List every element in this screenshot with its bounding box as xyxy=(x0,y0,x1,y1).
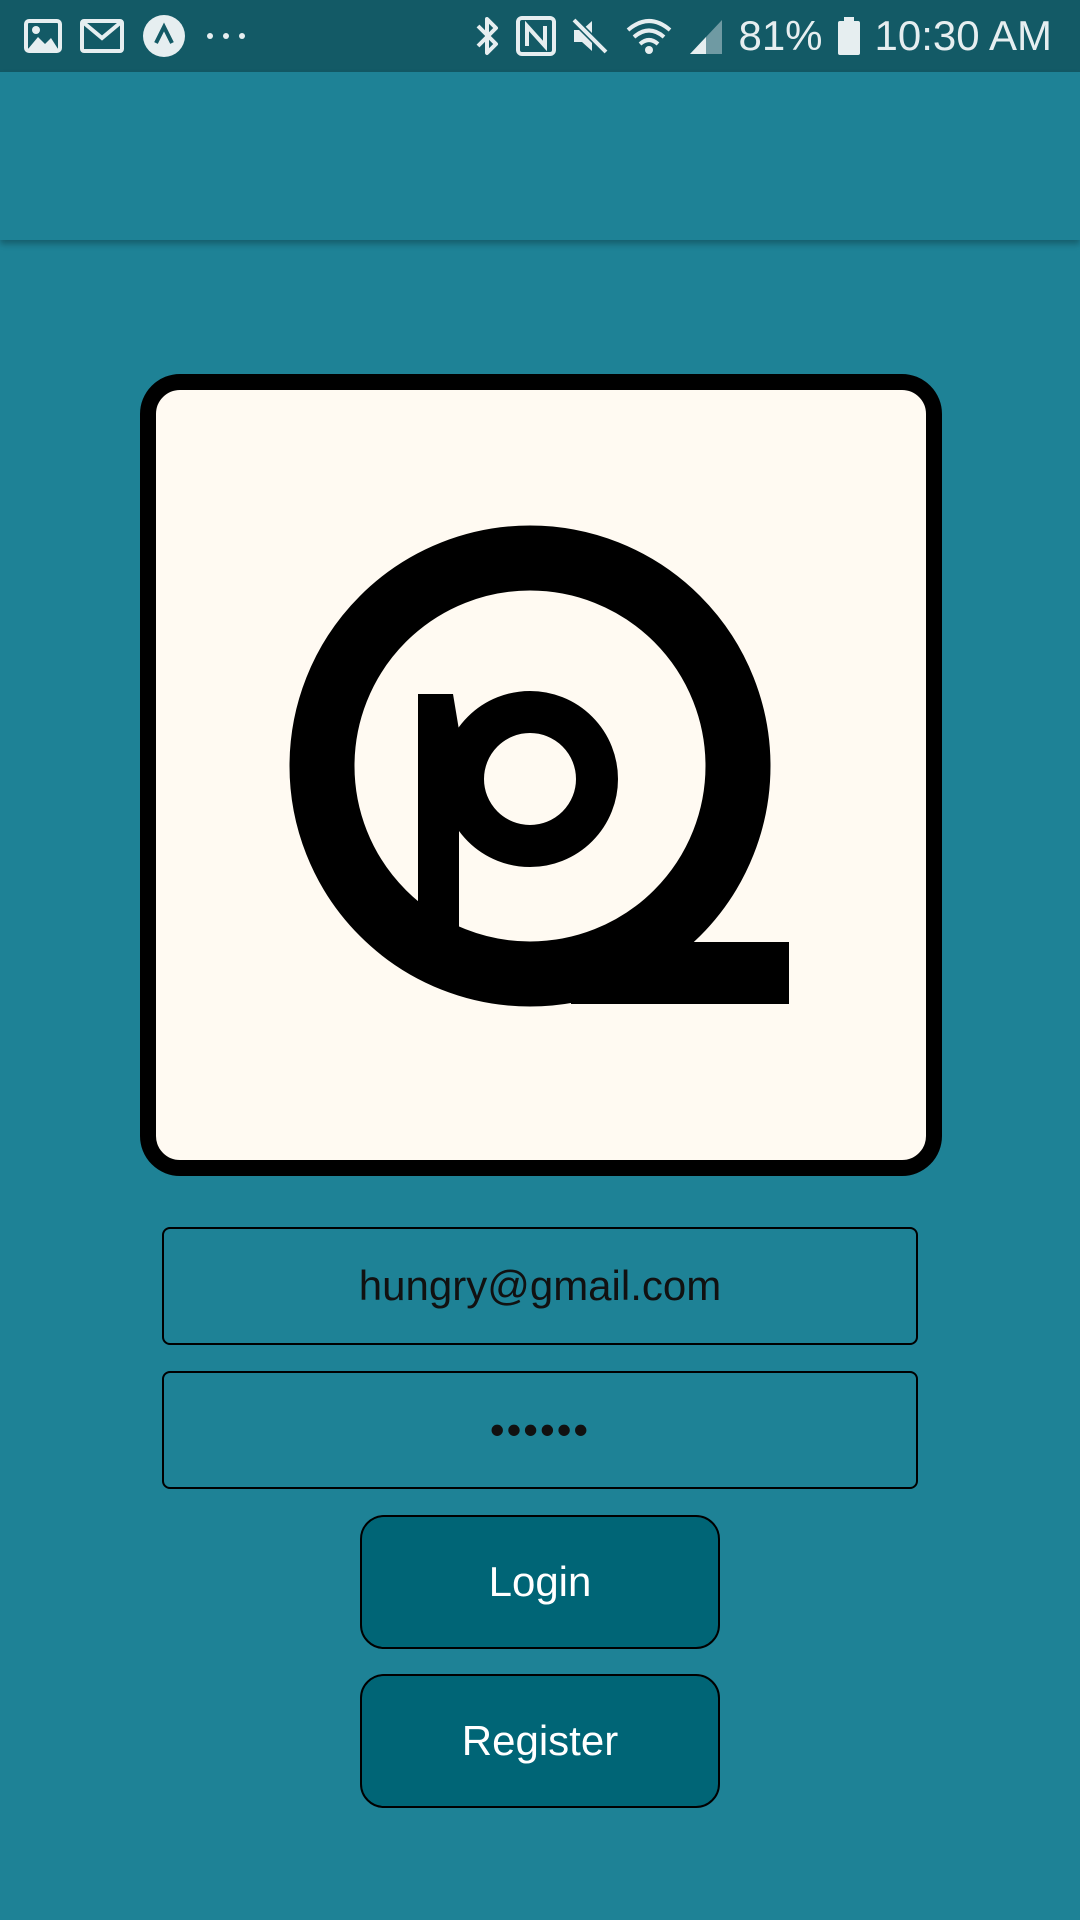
register-button[interactable]: Register xyxy=(360,1674,720,1808)
bluetooth-icon xyxy=(474,16,502,56)
email-field[interactable] xyxy=(162,1227,918,1345)
clock: 10:30 AM xyxy=(874,12,1052,59)
mute-icon xyxy=(570,16,610,56)
app-bar xyxy=(0,72,1080,240)
login-button[interactable]: Login xyxy=(360,1515,720,1649)
logo-mark-icon xyxy=(289,525,789,1007)
status-bar-system: 81% 10:30 AM xyxy=(474,0,1052,72)
password-field[interactable] xyxy=(162,1371,918,1489)
login-button-label: Login xyxy=(488,1558,592,1605)
status-bar-notifications xyxy=(24,0,248,72)
signal-icon xyxy=(688,16,724,56)
app-logo xyxy=(140,374,942,1176)
app-notification-icon xyxy=(142,14,186,58)
register-button-label: Register xyxy=(461,1717,619,1764)
nfc-icon xyxy=(516,16,557,56)
gallery-icon xyxy=(24,19,62,53)
battery-icon xyxy=(837,16,861,56)
gmail-icon xyxy=(80,19,124,53)
wifi-icon xyxy=(624,16,674,56)
more-dots-icon xyxy=(204,30,248,42)
battery-percent: 81% xyxy=(738,12,823,59)
status-bar: 81% 10:30 AM xyxy=(0,0,1080,72)
